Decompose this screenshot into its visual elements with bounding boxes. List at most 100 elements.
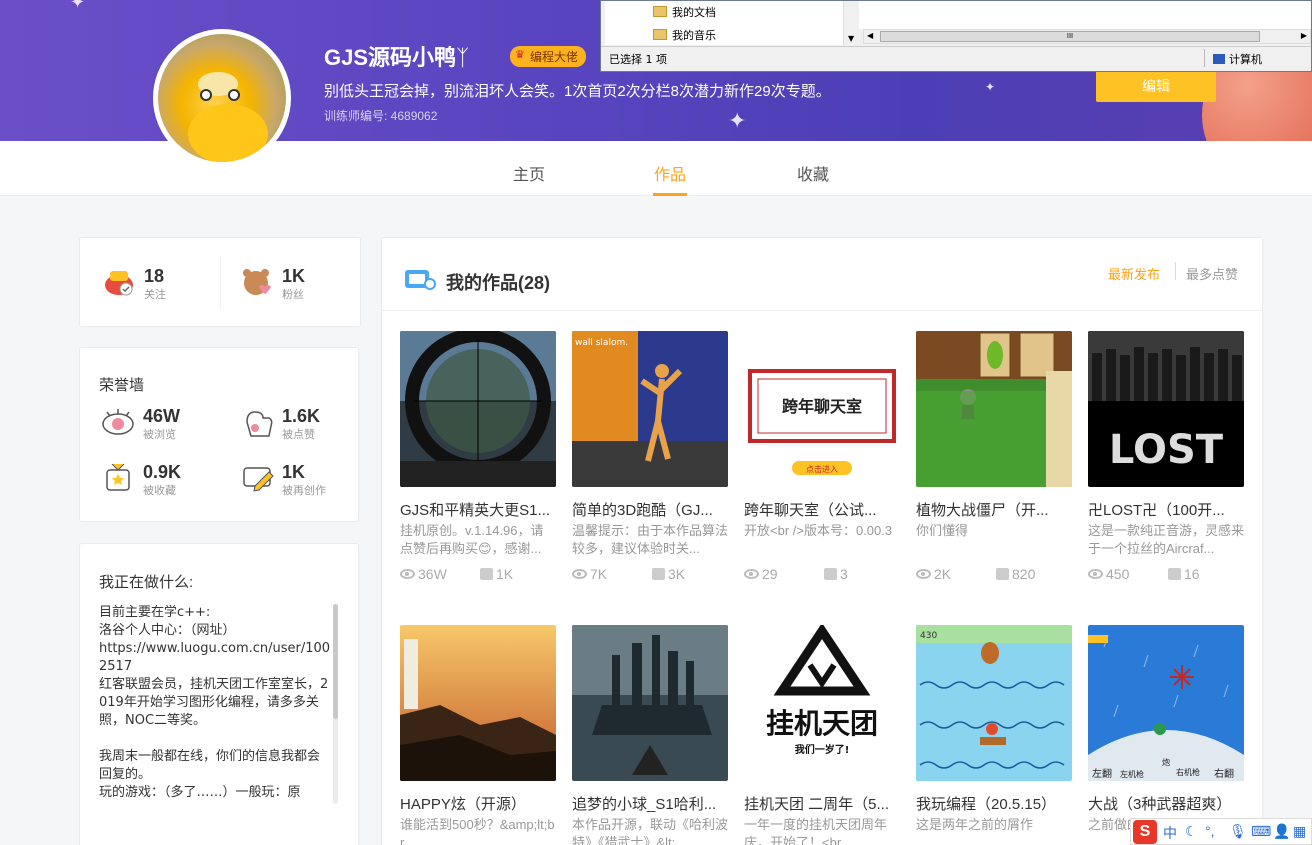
work-views: 29 bbox=[744, 566, 778, 582]
work-thumbnail[interactable] bbox=[400, 625, 556, 781]
work-desc: 你们懂得 bbox=[916, 523, 969, 538]
works-panel: 我的作品(28) 最新发布 最多点赞 GJS和平精英大更S1... 挂机原创。v… bbox=[381, 237, 1263, 845]
grid-icon[interactable]: ▦ bbox=[1293, 823, 1306, 840]
file-list bbox=[859, 1, 1311, 29]
edit-profile-button[interactable]: 编辑 bbox=[1096, 70, 1216, 102]
crown-icon: ♛ bbox=[515, 49, 525, 61]
scroll-left-icon[interactable]: ◀ bbox=[867, 31, 873, 40]
thumb-text: 右翻 bbox=[1214, 767, 1234, 780]
thumb-text: 挂机天团 bbox=[766, 707, 878, 740]
thumbs-up-icon bbox=[996, 568, 1009, 580]
avatar[interactable] bbox=[153, 29, 291, 167]
following-label: 关注 bbox=[144, 289, 166, 301]
folder-icon bbox=[653, 29, 667, 40]
work-title[interactable]: 追梦的小球_S1哈利... bbox=[572, 793, 728, 814]
work-thumbnail[interactable]: 挂机天团 我们一岁了! bbox=[744, 625, 900, 781]
work-card[interactable]: wall slalom. 简单的3D跑酷（GJ... 温馨提示：由于本作品算法较… bbox=[572, 331, 728, 591]
scroll-thumb[interactable]: III bbox=[880, 31, 1260, 42]
tab-favorites[interactable]: 收藏 bbox=[797, 161, 829, 185]
work-views: 450 bbox=[1088, 566, 1129, 582]
active-tab-indicator bbox=[653, 193, 687, 196]
folder-icon bbox=[653, 6, 667, 17]
file-explorer-window: 我的文档 我的音乐 ▼ ◀ III ▶ 已选择 1 项 计算机 bbox=[600, 0, 1312, 72]
sort-latest-button[interactable]: 最新发布 bbox=[1108, 264, 1160, 283]
work-likes: 3 bbox=[824, 566, 848, 582]
thumb-text: LOST bbox=[1109, 427, 1224, 473]
sort-likes-button[interactable]: 最多点赞 bbox=[1186, 264, 1238, 283]
eye-icon bbox=[400, 569, 415, 579]
work-card[interactable]: 植物大战僵尸（开... 你们懂得 2K 820 bbox=[916, 331, 1072, 591]
work-title[interactable]: 植物大战僵尸（开... bbox=[916, 499, 1072, 520]
folder-documents[interactable]: 我的文档 bbox=[653, 4, 716, 22]
folder-music[interactable]: 我的音乐 bbox=[653, 27, 716, 45]
work-card[interactable]: 左翻 左机枪 炮 右机枪 右翻 大战（3种武器超爽） 之前做的一个...一下 bbox=[1088, 625, 1244, 845]
work-card[interactable]: HAPPY炫（开源） 谁能活到500秒？&amp;lt;br bbox=[400, 625, 556, 845]
selection-status: 已选择 1 项 bbox=[609, 53, 667, 66]
work-thumbnail[interactable] bbox=[400, 331, 556, 487]
work-title[interactable]: 我玩编程（20.5.15） bbox=[916, 793, 1072, 814]
thumbs-up-icon bbox=[824, 568, 837, 580]
work-title[interactable]: 简单的3D跑酷（GJ... bbox=[572, 499, 728, 520]
scroll-down-icon[interactable]: ▼ bbox=[848, 34, 854, 43]
keyboard-icon[interactable]: ⌨ bbox=[1251, 823, 1271, 840]
about-scrollbar[interactable] bbox=[333, 604, 338, 804]
scroll-right-icon[interactable]: ▶ bbox=[1301, 31, 1307, 40]
microphone-icon[interactable]: 🎙 bbox=[1229, 823, 1247, 840]
work-thumbnail[interactable]: 430 bbox=[916, 625, 1072, 781]
work-thumbnail[interactable] bbox=[572, 625, 728, 781]
remix-label: 被再创作 bbox=[282, 485, 326, 497]
work-thumbnail[interactable] bbox=[916, 331, 1072, 487]
work-card[interactable]: 挂机天团 我们一岁了! 挂机天团 二周年（5... 一年一度的挂机天团周年庆，开… bbox=[744, 625, 900, 845]
about-scroll-thumb[interactable] bbox=[333, 604, 338, 719]
eye-icon bbox=[916, 569, 931, 579]
work-title[interactable]: GJS和平精英大更S1... bbox=[400, 499, 556, 520]
work-card[interactable]: LOST 卍LOST卍（100开... 这是一款纯正音游，灵感来于一个拉丝的Ai… bbox=[1088, 331, 1244, 591]
work-views: 2K bbox=[916, 566, 951, 582]
work-title[interactable]: HAPPY炫（开源） bbox=[400, 793, 556, 814]
works-header: 我的作品(28) 最新发布 最多点赞 bbox=[382, 238, 1262, 311]
thumb-text: 点击进入 bbox=[806, 464, 838, 474]
ime-mode-toggle[interactable]: 中 bbox=[1163, 823, 1177, 843]
work-desc: 温馨提示：由于本作品算法较多，建议体验时关... bbox=[572, 523, 728, 556]
sogou-logo-icon[interactable]: S bbox=[1133, 820, 1157, 844]
fans-count[interactable]: 1K bbox=[282, 266, 305, 287]
work-desc: 本作品开源，联动《哈利波特》《猎武士》&lt; bbox=[572, 817, 728, 845]
tree-scrollbar[interactable]: ▼ bbox=[843, 1, 859, 45]
work-title[interactable]: 跨年聊天室（公试... bbox=[744, 499, 900, 520]
person-icon[interactable]: 👤 bbox=[1273, 823, 1290, 840]
work-card[interactable]: 追梦的小球_S1哈利... 本作品开源，联动《哈利波特》《猎武士》&lt; bbox=[572, 625, 728, 845]
work-card[interactable]: 430 我玩编程（20.5.15） 这是两年之前的屑作 bbox=[916, 625, 1072, 845]
honor-wall-card: 荣誉墙 46W 被浏览 1.6K 被点赞 0.9K 被收藏 1K 被再创作 bbox=[79, 347, 359, 522]
tab-works[interactable]: 作品 bbox=[654, 161, 686, 185]
work-desc: 开放<br />版本号：0.00.3 bbox=[744, 523, 893, 538]
work-desc: 挂机原创。v.1.14.96，请点赞后再购买😊，感谢... bbox=[400, 523, 544, 556]
work-card[interactable]: GJS和平精英大更S1... 挂机原创。v.1.14.96，请点赞后再购买😊，感… bbox=[400, 331, 556, 591]
location-status: 计算机 bbox=[1213, 51, 1262, 67]
computer-icon bbox=[1213, 54, 1225, 64]
work-thumbnail[interactable]: LOST bbox=[1088, 331, 1244, 487]
following-count[interactable]: 18 bbox=[144, 266, 164, 287]
star-icon: ✦ bbox=[70, 0, 86, 12]
work-likes: 3K bbox=[652, 566, 685, 582]
work-card[interactable]: 跨年聊天室 点击进入 跨年聊天室（公试... 开放<br />版本号：0.00.… bbox=[744, 331, 900, 591]
work-thumbnail[interactable]: wall slalom. bbox=[572, 331, 728, 487]
work-thumbnail[interactable]: 左翻 左机枪 炮 右机枪 右翻 bbox=[1088, 625, 1244, 781]
work-title[interactable]: 挂机天团 二周年（5... bbox=[744, 793, 900, 814]
punctuation-icon[interactable]: °, bbox=[1205, 823, 1215, 839]
about-card: 我正在做什么: 目前主要在学c++: 洛谷个人中心：（网址） https://w… bbox=[79, 543, 359, 845]
honor-wall-title: 荣誉墙 bbox=[99, 377, 145, 394]
moon-icon[interactable]: ☾ bbox=[1185, 823, 1198, 840]
level-badge: ♛ 编程大佬 bbox=[510, 46, 587, 67]
work-desc: 这是两年之前的屑作 bbox=[916, 817, 1034, 832]
about-title: 我正在做什么: bbox=[99, 574, 194, 591]
status-bar: 已选择 1 项 计算机 bbox=[601, 46, 1311, 68]
work-desc: 这是一款纯正音游，灵感来于一个拉丝的Aircraf... bbox=[1088, 523, 1244, 556]
work-title[interactable]: 卍LOST卍（100开... bbox=[1088, 499, 1244, 520]
work-title[interactable]: 大战（3种武器超爽） bbox=[1088, 793, 1244, 814]
eye-icon bbox=[1088, 569, 1103, 579]
tab-home[interactable]: 主页 bbox=[513, 161, 545, 185]
favorites-label: 被收藏 bbox=[143, 485, 176, 497]
work-thumbnail[interactable]: 跨年聊天室 点击进入 bbox=[744, 331, 900, 487]
work-views: 36W bbox=[400, 566, 447, 582]
horizontal-scrollbar[interactable]: ◀ III ▶ bbox=[863, 29, 1311, 44]
